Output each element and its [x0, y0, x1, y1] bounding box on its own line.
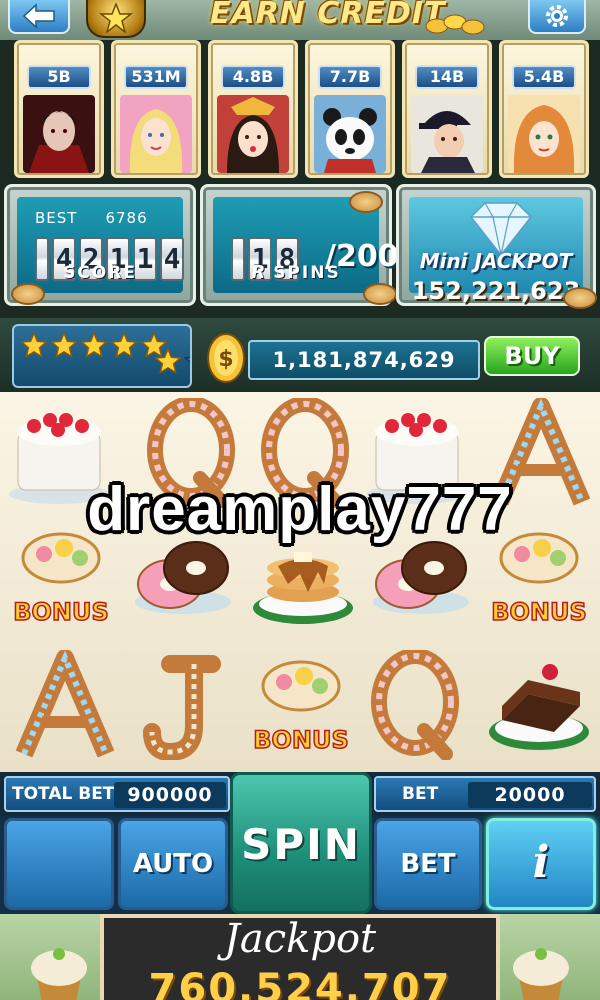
total-bet-display: TOTAL BET 900000 [4, 776, 230, 812]
bonus-label: BONUS [13, 598, 109, 626]
balance-area: $ 1,181,874,629 BUY [198, 330, 590, 390]
bet-display: BET 20000 [374, 776, 596, 812]
spins-label-row: R SPINS [213, 262, 379, 283]
cookie-decoration [563, 287, 597, 309]
slot-reels: dreamplay777 BONUS BONUS BONUS [0, 392, 600, 772]
bonus-symbol: BONUS [246, 646, 356, 756]
jackpot-cards: 5B 531M 4.8B 7.7B 14B 5.4B [14, 40, 594, 180]
best-value: 6786 [105, 209, 148, 227]
star-badge-icon [99, 3, 133, 33]
bet-button[interactable]: BET [374, 818, 482, 910]
blonde-woman-portrait [120, 95, 192, 173]
spin-button[interactable]: SPIN [230, 772, 372, 914]
chocolate-cake-symbol [484, 650, 594, 760]
pancakes-symbol [248, 522, 358, 632]
r-logo-icon: R [251, 262, 268, 283]
spins-panel: 1 8 /200 R SPINS [200, 184, 399, 306]
card-value: 14B [415, 65, 479, 89]
empty-control-button[interactable] [4, 818, 114, 910]
muffin-decoration [31, 948, 87, 1000]
jackpot-value: 760,524,707 [148, 966, 452, 1000]
bonus-symbol: BONUS [6, 518, 116, 628]
bonus-label: BONUS [491, 598, 587, 626]
jackpot-footer: Jackpot 760,524,707 [0, 914, 600, 1000]
spins-label: SPINS [273, 263, 341, 283]
jackpot-card-panda[interactable]: 7.7B [305, 40, 395, 178]
jackpot-card-baseball-girl[interactable]: 14B [402, 40, 492, 178]
star-rating[interactable] [12, 324, 192, 388]
vampire-portrait [23, 95, 95, 173]
card-value: 5.4B [512, 65, 576, 89]
bonus-label: BONUS [253, 726, 349, 754]
jackpot-card-dancer-girl[interactable]: 4.8B [208, 40, 298, 178]
jackpot-board: Jackpot 760,524,707 [100, 914, 500, 1000]
info-icon: i [532, 837, 550, 888]
panda-portrait [314, 95, 386, 173]
buy-button[interactable]: BUY [484, 336, 580, 376]
donut-symbol [366, 522, 476, 632]
cookie-decoration [349, 191, 383, 213]
gear-icon [546, 5, 568, 27]
top-bar: EARN CREDIT [0, 0, 600, 40]
coins-decoration-icon [425, 14, 485, 35]
mini-jackpot-title: Mini JACKPOT [419, 249, 573, 273]
jackpot-card-vampire[interactable]: 5B [14, 40, 104, 178]
cookie-decoration [363, 283, 397, 305]
bet-label: BET [402, 784, 439, 804]
card-value: 4.8B [221, 65, 285, 89]
svg-text:$: $ [218, 347, 233, 372]
letter-j-symbol [130, 650, 240, 760]
total-bet-label: TOTAL BET [12, 784, 115, 804]
card-value: 531M [124, 65, 188, 89]
letter-q-symbol [360, 650, 470, 760]
star-filled-icon [79, 331, 109, 359]
star-filled-icon [49, 331, 79, 359]
mini-jackpot-value: 152,221,623 [411, 277, 581, 305]
star-filled-icon [19, 331, 49, 359]
star-rating-icons [19, 331, 190, 375]
bet-value: 20000 [468, 782, 592, 808]
earn-credit-button[interactable]: EARN CREDIT [210, 0, 445, 34]
credit-balance: 1,181,874,629 [248, 340, 480, 380]
settings-button[interactable] [528, 0, 586, 34]
letter-a-symbol [10, 650, 120, 760]
score-label: SCORE [63, 263, 137, 283]
auto-button[interactable]: AUTO [118, 818, 228, 910]
info-button[interactable]: i [486, 818, 596, 910]
star-filled-icon [139, 331, 169, 359]
back-arrow-icon [22, 3, 55, 29]
star-empty-icon [183, 356, 190, 375]
donut-symbol [128, 522, 238, 632]
total-bet-value: 900000 [114, 782, 226, 808]
cookie-decoration [11, 283, 45, 305]
muffin-decoration [513, 948, 569, 1000]
info-panels: BEST 6786 4 2 1 1 4 SCORE 1 8 /200 R SPINS [0, 180, 600, 310]
status-bar: $ 1,181,874,629 BUY [0, 318, 600, 392]
score-panel: BEST 6786 4 2 1 1 4 SCORE [4, 184, 196, 306]
baseball-girl-portrait [411, 95, 483, 173]
bonus-symbol: BONUS [484, 518, 594, 628]
jackpot-card-blonde-woman[interactable]: 531M [111, 40, 201, 178]
star-filled-icon [109, 331, 139, 359]
mini-jackpot-panel[interactable]: Mini JACKPOT 152,221,623 [396, 184, 597, 309]
level-badge[interactable] [86, 0, 146, 38]
best-score: BEST 6786 [35, 209, 176, 227]
card-value: 7.7B [318, 65, 382, 89]
best-label: BEST [35, 209, 78, 227]
back-button[interactable] [8, 0, 70, 34]
card-value: 5B [27, 65, 91, 89]
jackpot-card-redhead-girl[interactable]: 5.4B [499, 40, 589, 178]
redhead-girl-portrait [508, 95, 580, 173]
dollar-coin-icon: $ [207, 333, 245, 383]
jackpot-title: Jackpot [223, 916, 377, 962]
dancer-girl-portrait [217, 95, 289, 173]
